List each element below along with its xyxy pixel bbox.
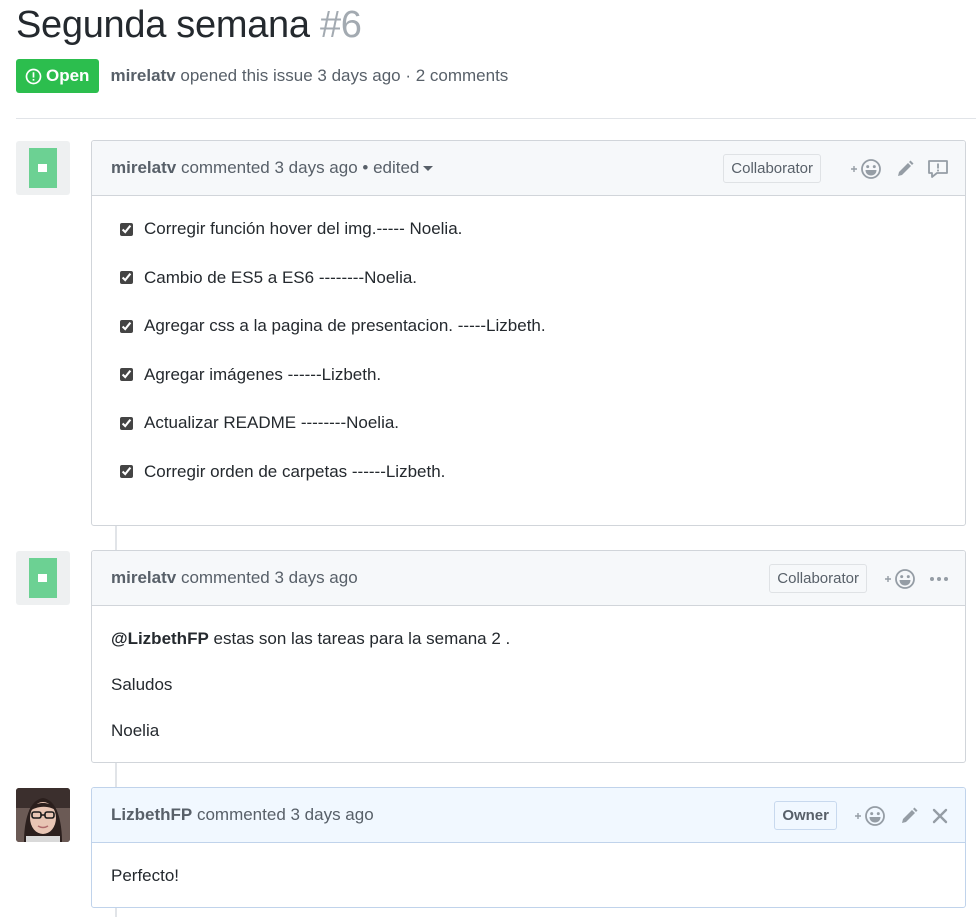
pencil-icon [902,807,918,823]
timeline-connector [115,908,117,917]
add-reaction-button[interactable] [883,567,917,591]
pencil-icon [898,160,914,176]
task-item: Agregar css a la pagina de presentacion.… [111,302,946,351]
issue-title-text: Segunda semana [16,4,310,46]
comment-actions: Collaborator [769,551,949,606]
avatar[interactable] [16,788,70,842]
issue-number: #6 [319,4,362,46]
comment-author-link[interactable]: mirelatv [111,158,176,177]
comment-body: @LizbethFP estas son las tareas para la … [92,606,965,741]
smiley-icon [885,568,915,589]
mention-rest-text: estas son las tareas para la semana 2 . [208,629,511,648]
role-label: Collaborator [723,154,821,183]
header-divider [16,118,976,119]
issue-author-link[interactable]: mirelatv [110,66,175,85]
comment-header: mirelatv commented 3 days ago • edited C… [92,141,965,196]
issue-title: Segunda semana #6 [16,4,362,47]
comment-actions: Collaborator [723,141,949,196]
report-content-button[interactable] [927,157,949,181]
timeline-connector [115,526,117,550]
comment-paragraph: @LizbethFP estas son las tareas para la … [111,629,946,649]
issue-state-label: Open [46,66,90,85]
task-checkbox[interactable] [120,271,133,285]
comment-body: Corregir función hover del img.----- Noe… [92,196,965,496]
comment-header: LizbethFP commented 3 days ago Owner [92,788,965,843]
task-label: Agregar css a la pagina de presentacion.… [144,316,546,336]
timeline-connector [115,763,117,787]
issue-meta: Open mirelatv opened this issue 3 days a… [16,59,508,93]
comment-paragraph: Saludos [111,675,173,694]
more-options-button[interactable] [929,567,949,591]
user-photo-icon [16,788,70,842]
task-checkbox[interactable] [120,465,133,479]
task-label: Corregir función hover del img.----- Noe… [144,219,463,239]
edited-dropdown[interactable]: • edited [362,158,434,177]
task-item: Cambio de ES5 a ES6 --------Noelia. [111,254,946,303]
add-reaction-button[interactable] [853,804,887,828]
comment-2: mirelatv commented 3 days ago Collaborat… [91,550,966,763]
comment-3: LizbethFP commented 3 days ago Owner Per… [91,787,966,908]
comment-timestamp[interactable]: commented 3 days ago [181,158,358,177]
add-reaction-button[interactable] [849,157,883,181]
task-label: Agregar imágenes ------Lizbeth. [144,364,382,384]
comment-header-text: LizbethFP commented 3 days ago [111,805,374,825]
comment-timestamp[interactable]: commented 3 days ago [197,805,374,824]
comment-1: mirelatv commented 3 days ago • edited C… [91,140,966,526]
caret-down-icon [423,166,434,172]
comment-author-link[interactable]: mirelatv [111,568,176,587]
comment-body: Perfecto! [92,843,965,886]
issue-opened-icon [25,68,42,84]
issue-opened-text: opened this issue 3 days ago · 2 comment… [180,66,509,85]
identicon [29,148,57,188]
issue-meta-text: mirelatv opened this issue 3 days ago · … [110,66,508,86]
role-label: Owner [774,801,837,830]
smiley-icon [851,158,881,179]
comment-actions: Owner [774,788,949,843]
issue-state-badge: Open [16,59,100,93]
avatar[interactable] [16,141,70,195]
close-icon [932,808,948,823]
edit-comment-button[interactable] [895,157,915,181]
report-icon [928,159,948,178]
task-item: Corregir orden de carpetas ------Lizbeth… [111,448,946,497]
task-checkbox[interactable] [120,368,133,382]
task-checkbox[interactable] [120,222,133,236]
task-item: Actualizar README --------Noelia. [111,399,946,448]
delete-comment-button[interactable] [931,804,949,828]
smiley-icon [855,805,885,826]
role-label: Collaborator [769,564,867,593]
edit-comment-button[interactable] [899,804,919,828]
task-label: Cambio de ES5 a ES6 --------Noelia. [144,267,418,287]
comment-header-text: mirelatv commented 3 days ago • edited [111,158,434,178]
task-item: Agregar imágenes ------Lizbeth. [111,351,946,400]
comment-paragraph: Noelia [111,721,160,740]
comment-header-text: mirelatv commented 3 days ago [111,568,358,588]
comment-timestamp[interactable]: commented 3 days ago [181,568,358,587]
comment-author-link[interactable]: LizbethFP [111,805,192,824]
comment-header: mirelatv commented 3 days ago Collaborat… [92,551,965,606]
task-item: Corregir función hover del img.----- Noe… [111,205,946,254]
task-label: Actualizar README --------Noelia. [144,413,400,433]
avatar[interactable] [16,551,70,605]
identicon [29,558,57,598]
user-mention-link[interactable]: @LizbethFP [111,629,209,648]
task-checkbox[interactable] [120,319,133,333]
task-checkbox[interactable] [120,416,133,430]
task-label: Corregir orden de carpetas ------Lizbeth… [144,461,446,481]
kebab-icon [930,576,948,581]
comment-paragraph: Perfecto! [111,866,180,885]
